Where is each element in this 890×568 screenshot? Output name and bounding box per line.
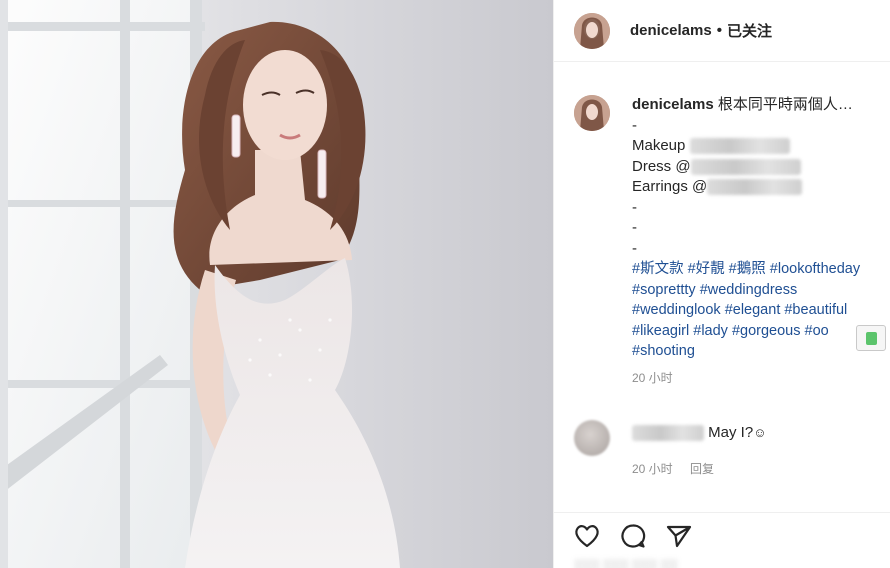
caption-line: - [632, 239, 637, 257]
likes-count-blurred: ░░░ ░░░ ░░░ ░░ [574, 558, 678, 568]
caption-avatar[interactable] [574, 95, 610, 131]
side-widget-icon[interactable] [856, 325, 886, 351]
hashtag-line[interactable]: #soprettty #weddingdress [632, 280, 890, 301]
caption-timestamp: 20 小时 [632, 370, 673, 385]
caption-line: - [632, 116, 637, 134]
comment-item: May I?☺ 20 小时 回复 [574, 420, 890, 480]
paper-plane-icon[interactable] [664, 521, 694, 551]
blurred-commenter-name[interactable] [632, 425, 704, 442]
post-photo[interactable] [0, 0, 553, 568]
post-image [0, 0, 553, 568]
blurred-mention [689, 138, 790, 155]
heart-icon[interactable] [572, 521, 602, 551]
caption-line: Earrings @ [632, 178, 708, 195]
post-header: denicelams • 已关注 [554, 0, 890, 62]
follow-status-button[interactable]: 已关注 [727, 20, 772, 41]
avatar[interactable] [574, 12, 610, 49]
username-link[interactable]: denicelams [630, 22, 712, 39]
caption-line: Makeup [632, 137, 686, 154]
blurred-mention [707, 179, 803, 196]
caption-username[interactable]: denicelams [632, 96, 714, 113]
caption-line: - [632, 219, 637, 236]
caption-text: 根本同平時兩個人… [717, 96, 853, 113]
hashtag-line[interactable]: #likeagirl #lady #gorgeous #oo [632, 321, 890, 342]
caption-line: - [632, 198, 637, 216]
post-side-panel: denicelams • 已关注 denicelams 根本同平時兩個人… - … [553, 0, 890, 568]
comment-timestamp: 20 小时 [632, 462, 673, 476]
hashtag-line[interactable]: #weddinglook #elegant #beautiful [632, 300, 890, 321]
action-bar [554, 512, 890, 556]
caption-line: Dress @ [632, 157, 691, 175]
hashtag-line[interactable]: #shooting [632, 341, 890, 362]
hashtag-line[interactable]: #斯文款 #好靚 #鵝照 #lookoftheday [632, 259, 890, 280]
comment-bubble-icon[interactable] [618, 521, 648, 551]
comment-text: May I? [708, 424, 754, 441]
commenter-avatar[interactable] [574, 420, 610, 456]
separator-dot: • [716, 22, 722, 39]
reply-button[interactable]: 回复 [690, 462, 714, 476]
blurred-mention [690, 158, 801, 175]
emoji-icon: ☺ [753, 425, 767, 440]
